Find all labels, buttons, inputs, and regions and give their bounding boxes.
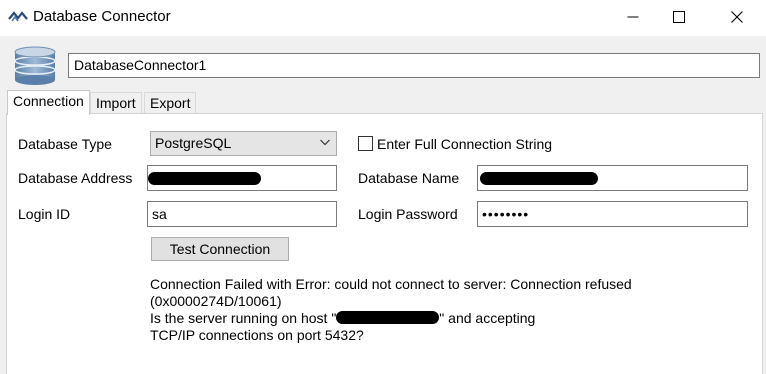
redacted-block bbox=[480, 172, 598, 185]
maximize-icon bbox=[673, 11, 685, 23]
tab-connection[interactable]: Connection bbox=[7, 90, 90, 115]
test-connection-button[interactable]: Test Connection bbox=[151, 237, 289, 261]
redacted-block bbox=[148, 172, 261, 185]
full-connection-string-checkbox[interactable] bbox=[358, 136, 373, 151]
connector-name-input[interactable]: DatabaseConnector1 bbox=[68, 53, 760, 78]
database-icon bbox=[14, 46, 56, 85]
login-id-label: Login ID bbox=[18, 206, 71, 222]
database-type-value: PostgreSQL bbox=[155, 135, 232, 151]
login-id-input[interactable]: sa bbox=[147, 201, 337, 227]
database-address-input[interactable] bbox=[147, 165, 337, 191]
error-line-3-prefix: Is the server running on host " bbox=[150, 310, 337, 326]
maximize-button[interactable] bbox=[656, 0, 702, 34]
close-icon bbox=[731, 11, 743, 23]
database-type-label: Database Type bbox=[18, 136, 112, 152]
full-connection-string-label: Enter Full Connection String bbox=[377, 136, 553, 152]
redacted-host bbox=[336, 311, 440, 324]
login-password-input[interactable]: •••••••• bbox=[477, 201, 748, 227]
login-password-label: Login Password bbox=[358, 206, 458, 222]
error-line-3-suffix: " and accepting bbox=[439, 310, 536, 326]
minimize-icon bbox=[627, 16, 639, 18]
error-line-4: TCP/IP connections on port 5432? bbox=[150, 327, 364, 343]
error-line-1: Connection Failed with Error: could not … bbox=[150, 276, 632, 292]
connection-panel bbox=[6, 113, 763, 374]
close-button[interactable] bbox=[714, 0, 760, 34]
title-bar: Database Connector bbox=[0, 0, 766, 36]
app-icon bbox=[8, 11, 28, 22]
error-line-3: Is the server running on host " " and acc… bbox=[150, 310, 535, 327]
database-name-label: Database Name bbox=[358, 170, 460, 186]
tab-import[interactable]: Import bbox=[90, 92, 142, 114]
database-address-label: Database Address bbox=[18, 170, 133, 186]
tab-export[interactable]: Export bbox=[144, 92, 197, 114]
database-name-input[interactable] bbox=[477, 165, 748, 191]
database-type-select[interactable]: PostgreSQL bbox=[150, 131, 337, 156]
window-title: Database Connector bbox=[33, 8, 171, 25]
error-line-2: (0x0000274D/10061) bbox=[150, 293, 282, 309]
minimize-button[interactable] bbox=[610, 0, 656, 34]
chevron-down-icon bbox=[320, 139, 330, 146]
